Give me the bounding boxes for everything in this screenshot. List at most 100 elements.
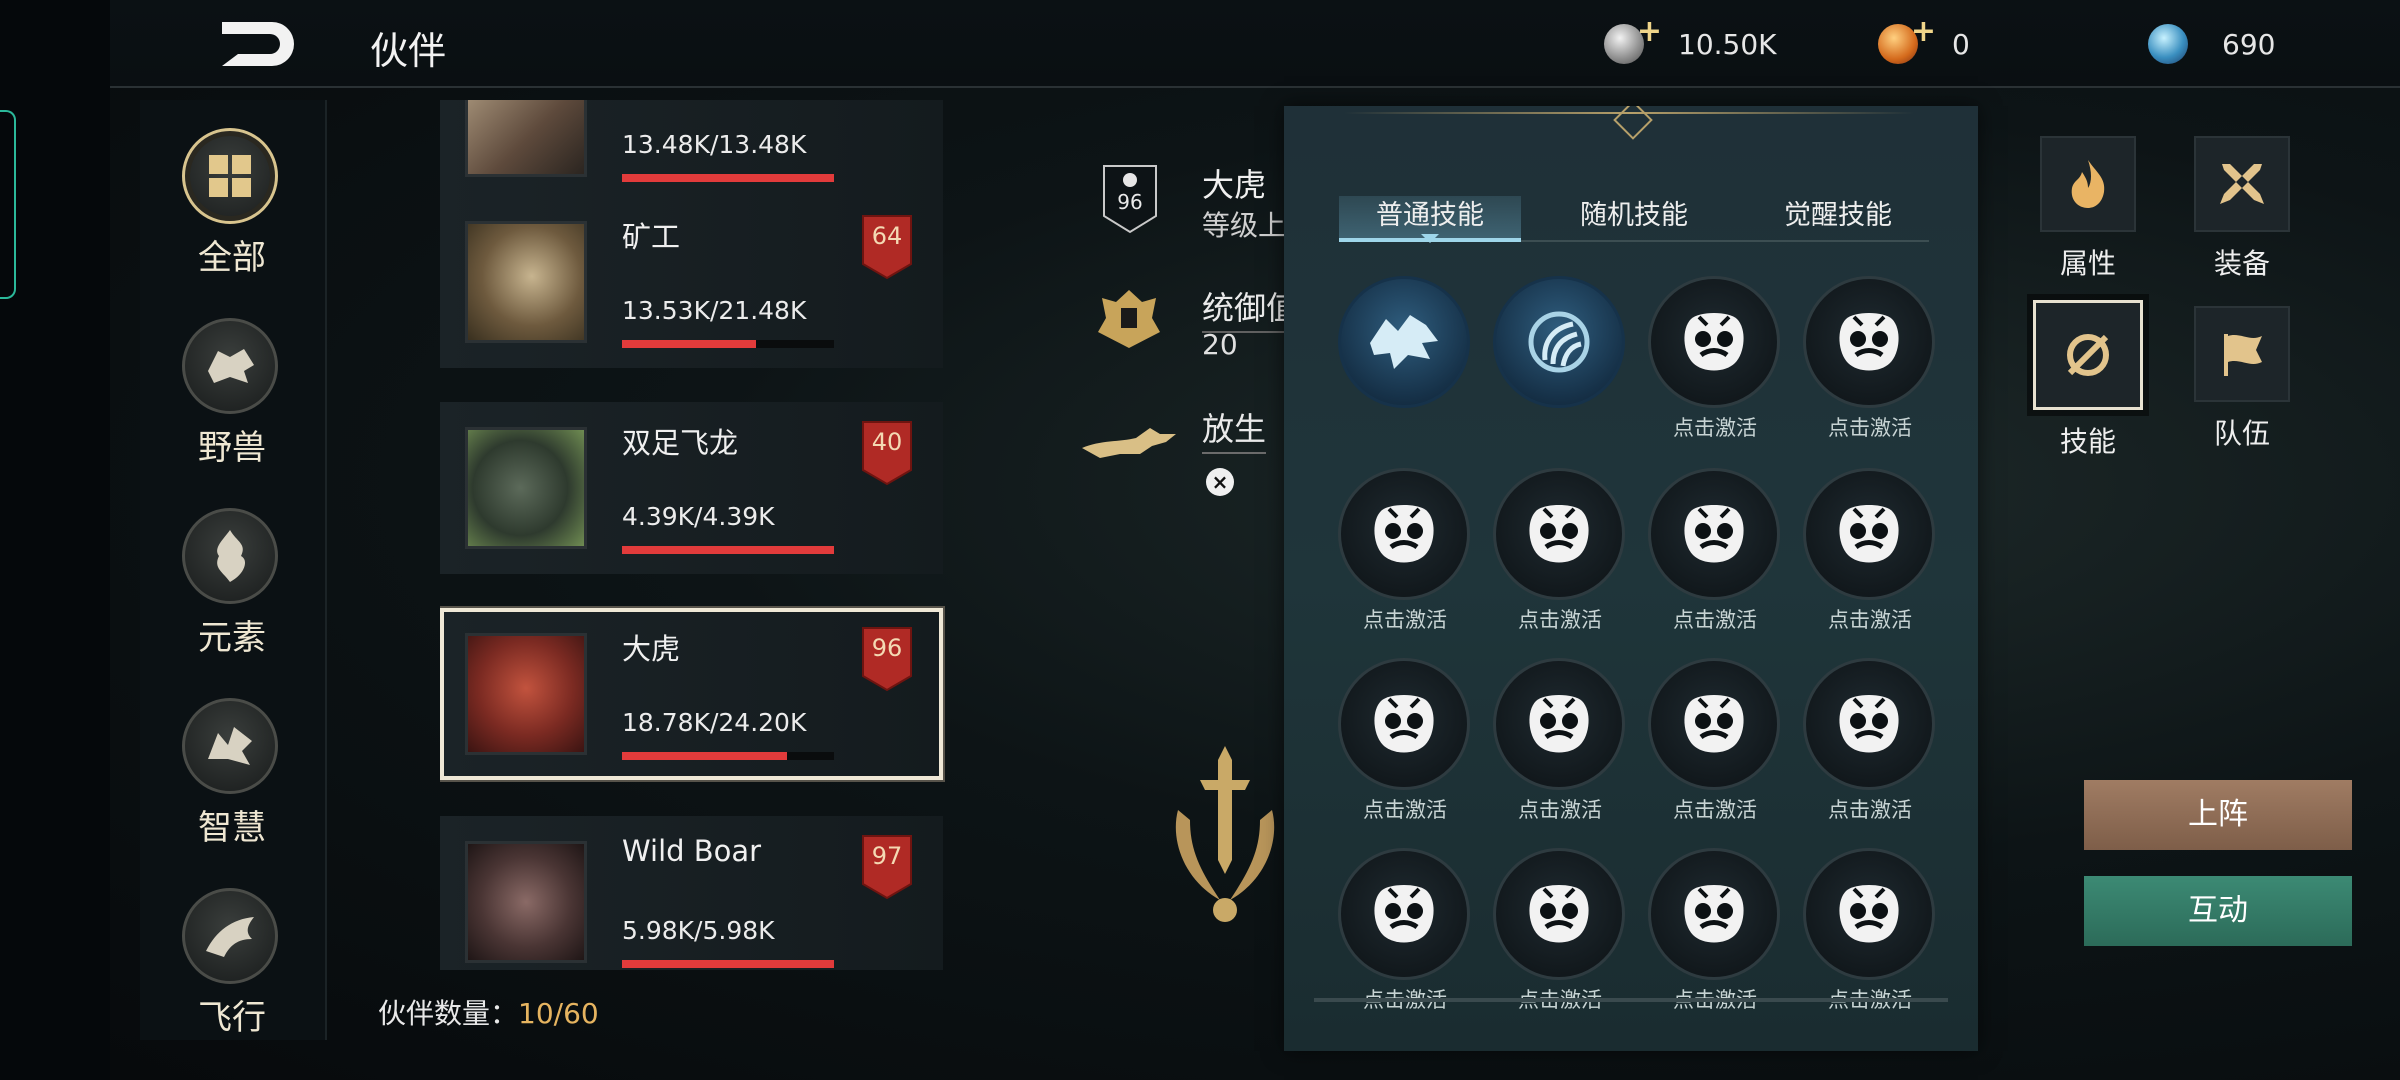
side-pull-tab[interactable] xyxy=(0,110,16,299)
partner-portrait xyxy=(465,633,587,755)
flying-icon xyxy=(182,888,278,984)
claw-swirl-icon xyxy=(1493,276,1625,408)
partner-card[interactable]: 矿工 13.53K/21.48K 64 xyxy=(440,196,943,368)
menu-equipment[interactable]: 装备 xyxy=(2192,136,2292,282)
control-value: 20 xyxy=(1202,328,1238,361)
partner-list[interactable]: 13.48K/13.48K 矿工 13.53K/21.48K 64 双足飞龙 4… xyxy=(440,100,950,970)
partner-card[interactable]: Wild Boar 5.98K/5.98K 97 xyxy=(440,816,943,970)
category-all[interactable]: 全部 xyxy=(182,128,282,279)
locked-skill-icon xyxy=(1493,468,1625,600)
locked-skill-icon xyxy=(1803,848,1935,980)
flag-icon xyxy=(2194,306,2290,402)
crossed-swords-icon xyxy=(2194,136,2290,232)
back-arrow-icon[interactable] xyxy=(210,16,300,72)
menu-attributes[interactable]: 属性 xyxy=(2038,136,2138,282)
level-banner: 97 xyxy=(861,834,913,900)
skill-slot-locked[interactable]: 点击激活 xyxy=(1493,658,1627,824)
skill-slot-locked[interactable]: 点击激活 xyxy=(1338,848,1472,1014)
menu-label: 技能 xyxy=(2059,425,2116,458)
locked-skill-icon xyxy=(1493,658,1625,790)
locked-skill-icon xyxy=(1648,658,1780,790)
skill-slot-locked[interactable]: 点击激活 xyxy=(1338,658,1472,824)
skill-slot-locked[interactable]: 点击激活 xyxy=(1803,848,1937,1014)
gold-coin-icon: + xyxy=(1878,14,1936,64)
menu-label: 装备 xyxy=(2213,247,2270,280)
skill-slot-locked[interactable]: 点击激活 xyxy=(1803,658,1937,824)
skill-slot-locked[interactable]: 点击激活 xyxy=(1803,276,1937,442)
partner-card[interactable]: 双足飞龙 4.39K/4.39K 40 xyxy=(440,402,943,574)
grid-icon xyxy=(182,128,278,224)
locked-skill-icon xyxy=(1338,848,1470,980)
hp-bar xyxy=(622,174,834,182)
partner-card[interactable]: 13.48K/13.48K xyxy=(440,100,943,202)
add-plus-icon[interactable]: + xyxy=(1637,14,1662,49)
category-flying[interactable]: 飞行 xyxy=(182,888,282,1039)
locked-skill-icon xyxy=(1648,848,1780,980)
wisdom-icon xyxy=(182,698,278,794)
locked-skill-icon xyxy=(1648,276,1780,408)
interact-button[interactable]: 互动 xyxy=(2084,876,2352,946)
guild-laurel-emblem xyxy=(1160,740,1290,930)
skill-slot-locked[interactable]: 点击激活 xyxy=(1338,468,1472,634)
tab-normal-skills[interactable]: 普通技能 xyxy=(1339,196,1521,243)
command-crest-icon xyxy=(1094,284,1164,354)
add-plus-icon[interactable]: + xyxy=(1911,14,1936,49)
flame-icon xyxy=(2040,136,2136,232)
gold-currency[interactable]: + 0 xyxy=(1878,14,1970,66)
skill-slot-learned[interactable] xyxy=(1338,276,1472,408)
crystal-currency: 690 xyxy=(2148,22,2275,66)
category-element[interactable]: 元素 xyxy=(182,508,282,659)
partner-count-label: 伙伴数量： xyxy=(378,997,519,1030)
skill-slot-locked[interactable]: 点击激活 xyxy=(1493,848,1627,1014)
menu-skills[interactable]: 技能 xyxy=(2033,300,2143,460)
locked-skill-icon xyxy=(1803,468,1935,600)
hp-fill xyxy=(622,174,834,182)
skill-slot-locked[interactable]: 点击激活 xyxy=(1648,658,1782,824)
silver-currency[interactable]: + 10.50K xyxy=(1604,14,1777,66)
skill-slot-locked[interactable]: 点击激活 xyxy=(1493,468,1627,634)
partner-portrait xyxy=(465,100,587,177)
beast-icon xyxy=(182,318,278,414)
partner-card-selected[interactable]: 大虎 18.78K/24.20K 96 xyxy=(440,608,943,780)
locked-skill-icon xyxy=(1493,848,1625,980)
partner-title: 大虎 xyxy=(1202,166,1267,204)
element-icon xyxy=(182,508,278,604)
hp-bar xyxy=(622,546,834,554)
partner-name: Wild Boar xyxy=(622,834,762,868)
partner-count: 伙伴数量：10/60 xyxy=(378,992,599,1032)
skill-slot-locked[interactable]: 点击激活 xyxy=(1648,468,1782,634)
activate-hint: 点击激活 xyxy=(1673,798,1757,822)
menu-label: 属性 xyxy=(2059,247,2116,280)
level-text: 96 xyxy=(871,634,903,662)
skill-tabs: 普通技能 随机技能 觉醒技能 xyxy=(1339,196,1929,243)
level-badge-text: 96 xyxy=(1117,190,1143,214)
release-button[interactable]: 放生 xyxy=(1202,404,1267,454)
skill-slot-learned[interactable] xyxy=(1493,276,1627,408)
activate-hint: 点击激活 xyxy=(1673,608,1757,632)
partner-hp: 13.53K/21.48K xyxy=(622,296,807,325)
level-text: 40 xyxy=(871,428,903,456)
menu-label: 队伍 xyxy=(2213,417,2270,450)
category-beast[interactable]: 野兽 xyxy=(182,318,282,469)
locked-skill-icon xyxy=(1338,658,1470,790)
skill-slot-locked[interactable]: 点击激活 xyxy=(1803,468,1937,634)
beast-roar-icon xyxy=(1338,276,1470,408)
locked-skill-icon xyxy=(1648,468,1780,600)
locked-skill-icon xyxy=(1803,276,1935,408)
category-label: 智慧 xyxy=(198,808,266,848)
category-label: 飞行 xyxy=(198,998,266,1038)
crystal-amount: 690 xyxy=(2222,27,2276,61)
tab-awaken-skills[interactable]: 觉醒技能 xyxy=(1747,196,1929,238)
activate-hint: 点击激活 xyxy=(1363,608,1447,632)
tab-random-skills[interactable]: 随机技能 xyxy=(1543,196,1725,238)
skill-slot-locked[interactable]: 点击激活 xyxy=(1648,276,1782,442)
close-icon[interactable]: × xyxy=(1206,468,1234,496)
menu-team[interactable]: 队伍 xyxy=(2192,306,2292,452)
silver-amount: 10.50K xyxy=(1678,27,1777,61)
deploy-button[interactable]: 上阵 xyxy=(2084,780,2352,850)
partner-hp: 18.78K/24.20K xyxy=(622,708,807,737)
level-banner: 96 xyxy=(861,626,913,692)
category-wisdom[interactable]: 智慧 xyxy=(182,698,282,849)
skill-slot-locked[interactable]: 点击激活 xyxy=(1648,848,1782,1014)
partner-hp: 13.48K/13.48K xyxy=(622,130,807,159)
